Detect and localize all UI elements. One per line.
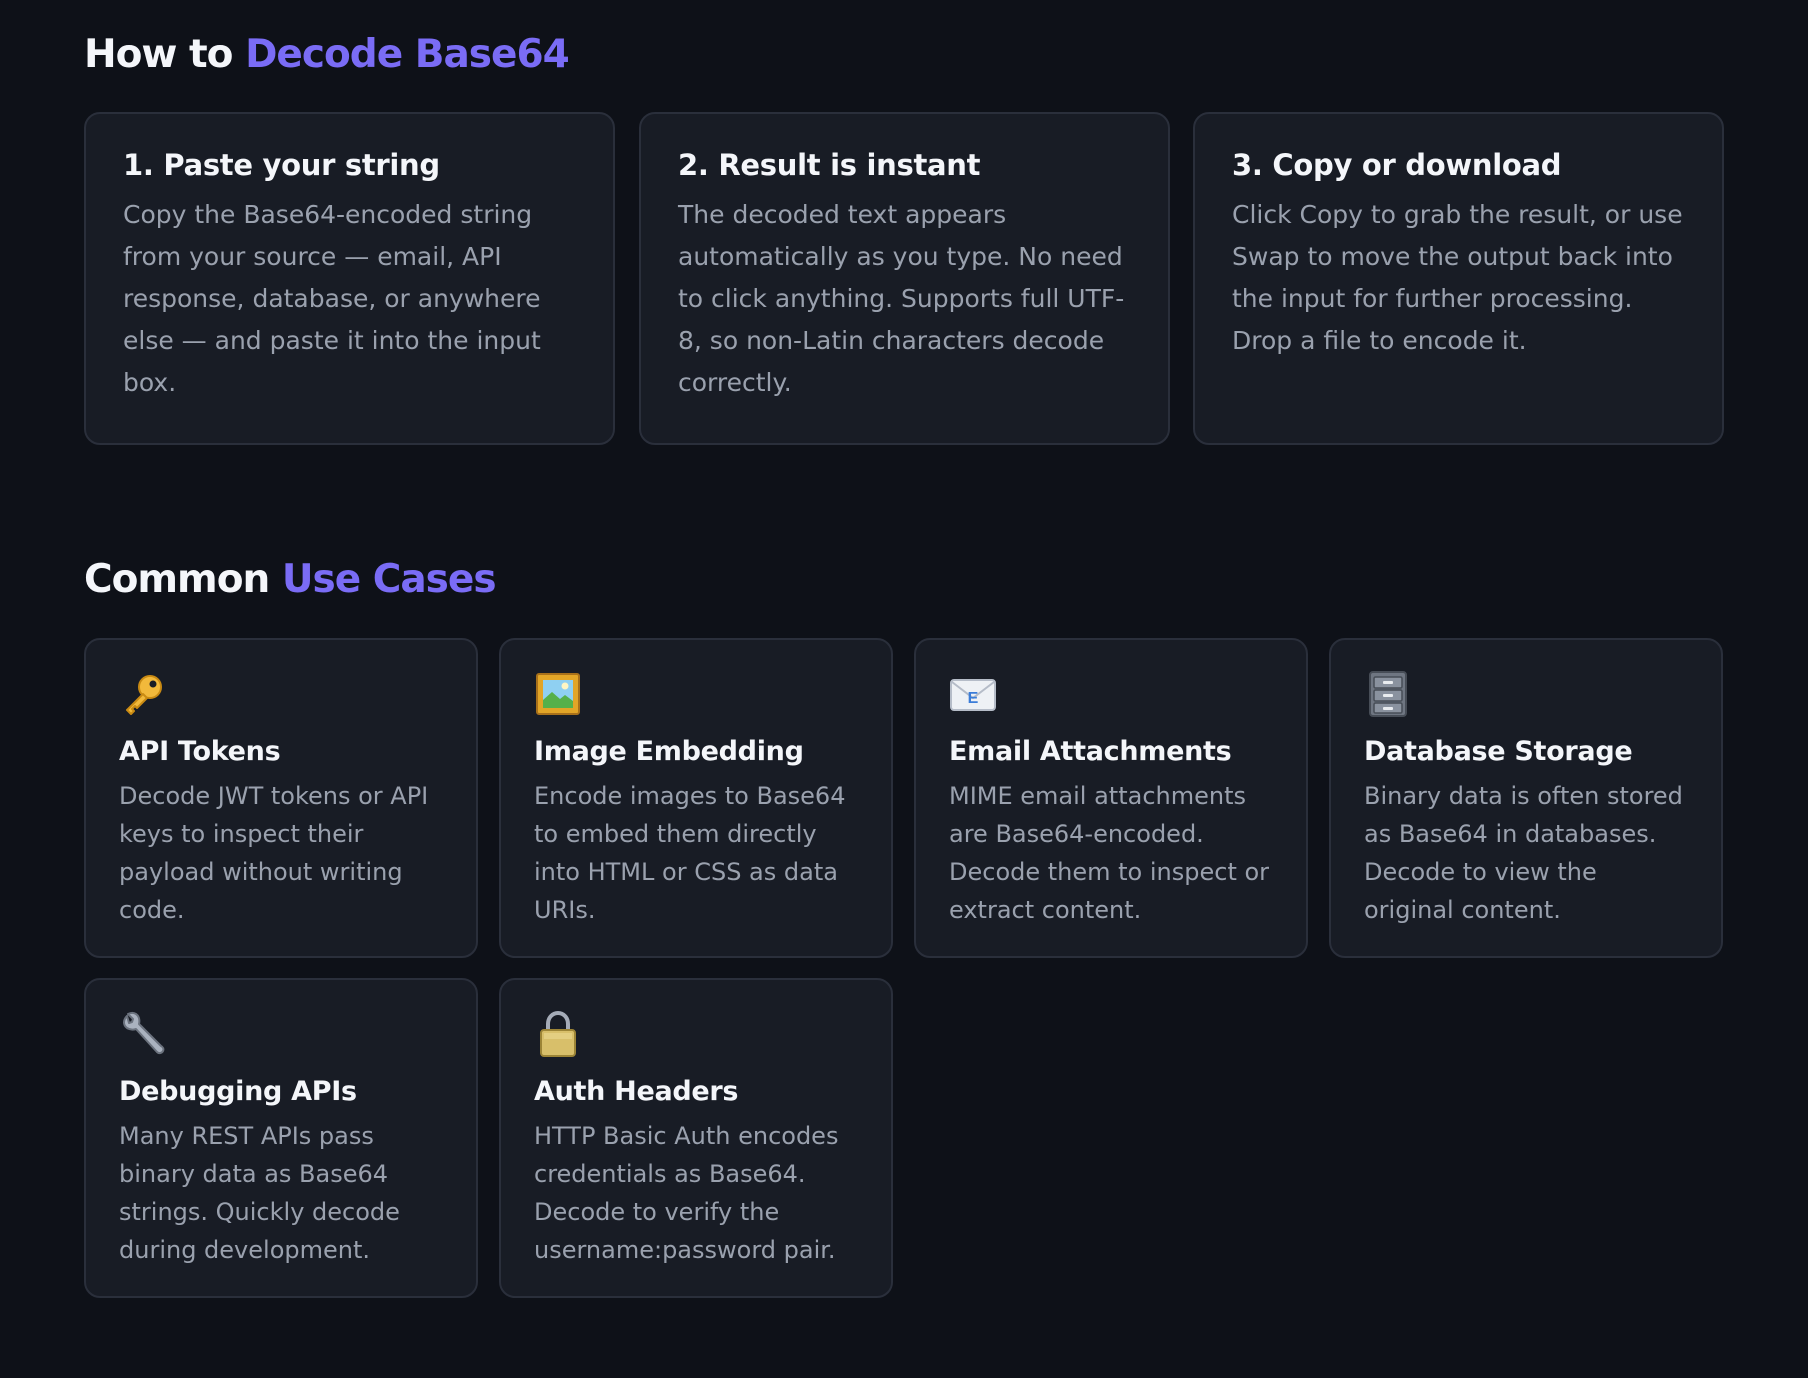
- step-card-result: 2. Result is instant The decoded text ap…: [639, 112, 1170, 445]
- use-cases-heading: Common Use Cases: [84, 557, 497, 602]
- email-icon: E: [950, 679, 996, 711]
- svg-text:E: E: [968, 690, 979, 707]
- step-card-paste: 1. Paste your string Copy the Base64-enc…: [84, 112, 615, 445]
- use-case-card-debugging-apis: Debugging APIs Many REST APIs pass binar…: [84, 978, 478, 1298]
- file-cabinet-icon: [1369, 671, 1407, 717]
- use-case-card-email-attachments: E Email Attachments MIME email attachmen…: [914, 638, 1308, 958]
- use-case-description: MIME email attachments are Base64-encode…: [949, 782, 1270, 924]
- use-case-card-api-tokens: API Tokens Decode JWT tokens or API keys…: [84, 638, 478, 958]
- how-to-heading-prefix: How to: [84, 32, 246, 77]
- step-description: Copy the Base64-encoded string from your…: [123, 200, 541, 397]
- use-case-title: API Tokens: [119, 736, 281, 767]
- wrench-icon: [123, 1011, 165, 1055]
- use-case-title: Database Storage: [1364, 736, 1633, 767]
- step-title: 1. Paste your string: [123, 148, 440, 182]
- page: How to Decode Base64 1. Paste your strin…: [0, 0, 1808, 1378]
- key-icon: [126, 675, 162, 715]
- use-cases-heading-accent: Use Cases: [281, 557, 497, 602]
- step-description: Click Copy to grab the result, or use Sw…: [1232, 200, 1683, 355]
- use-case-title: Image Embedding: [534, 736, 804, 767]
- use-case-card-image-embedding: Image Embedding Encode images to Base64 …: [499, 638, 893, 958]
- step-title: 2. Result is instant: [678, 148, 981, 182]
- use-case-title: Auth Headers: [534, 1076, 739, 1107]
- how-to-heading: How to Decode Base64: [84, 32, 570, 77]
- how-to-heading-accent: Decode Base64: [245, 32, 570, 77]
- use-case-description: Many REST APIs pass binary data as Base6…: [119, 1122, 400, 1264]
- use-case-description: Binary data is often stored as Base64 in…: [1364, 782, 1683, 924]
- use-case-title: Email Attachments: [949, 736, 1232, 767]
- padlock-icon: [540, 1010, 576, 1057]
- use-case-card-auth-headers: Auth Headers HTTP Basic Auth encodes cre…: [499, 978, 893, 1298]
- step-card-copy: 3. Copy or download Click Copy to grab t…: [1193, 112, 1724, 445]
- step-title: 3. Copy or download: [1232, 148, 1562, 182]
- use-case-card-database-storage: Database Storage Binary data is often st…: [1329, 638, 1723, 958]
- use-case-title: Debugging APIs: [119, 1076, 357, 1107]
- framed-picture-icon: [536, 673, 580, 715]
- step-description: The decoded text appears automatically a…: [678, 200, 1125, 397]
- use-case-description: Decode JWT tokens or API keys to inspect…: [119, 782, 429, 924]
- use-cases-heading-prefix: Common: [84, 557, 282, 602]
- use-case-description: Encode images to Base64 to embed them di…: [534, 782, 846, 924]
- use-case-description: HTTP Basic Auth encodes credentials as B…: [534, 1122, 839, 1264]
